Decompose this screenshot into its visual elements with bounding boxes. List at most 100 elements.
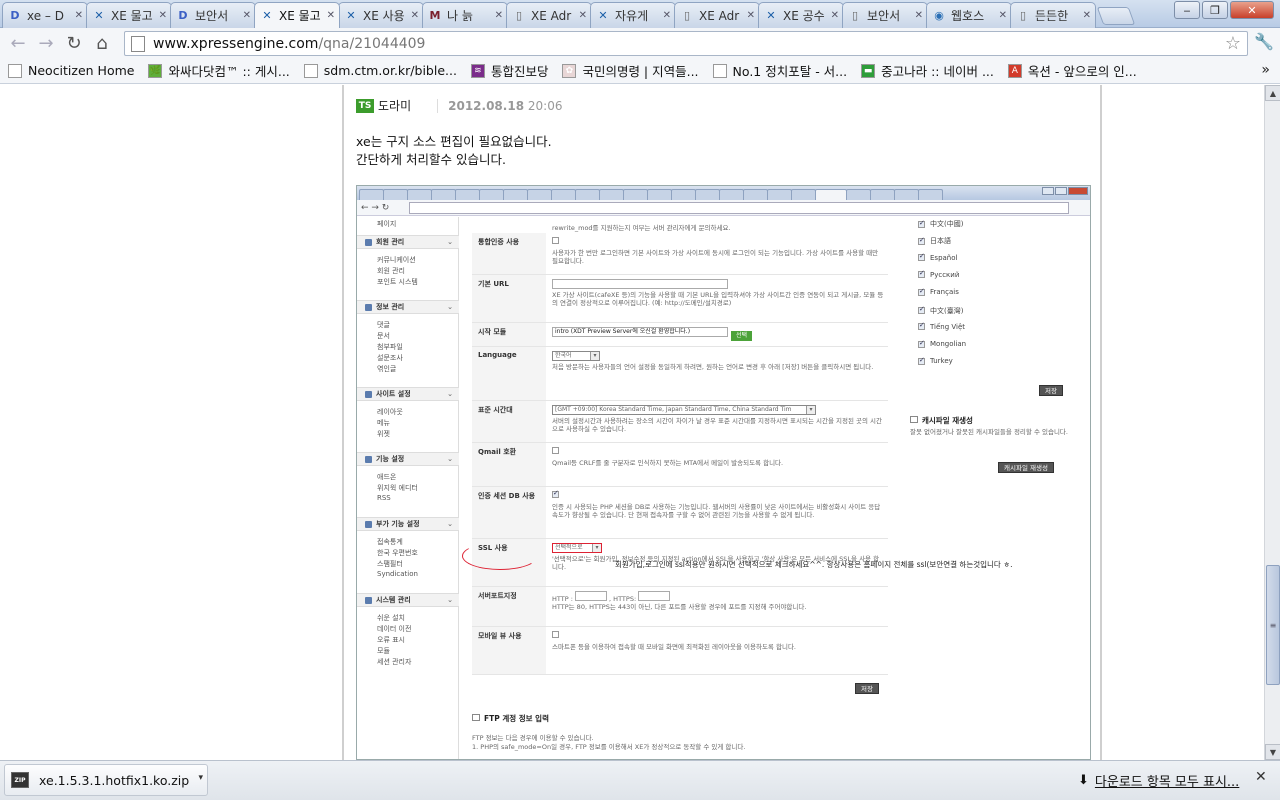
tab-close-icon[interactable]: ✕ (327, 10, 335, 21)
bookmark-item[interactable]: A 옥션 - 앞으로의 인... (1007, 61, 1137, 80)
tab-title: XE 공수 (783, 9, 825, 23)
tab-favicon-icon: D (178, 9, 188, 22)
shot-checkbox (552, 447, 559, 454)
bookmark-item[interactable]: Neocitizen Home (8, 63, 134, 78)
ssl-highlight-circle (462, 542, 538, 570)
bookmark-item[interactable]: 🌿 와싸다닷컴™ :: 게시... (148, 61, 290, 80)
browser-toolbar: ← → ↻ ⌂ www.xpressengine.com/qna/2104440… (0, 28, 1280, 58)
shot-tab (846, 189, 871, 200)
shot-language-option: 中文(中國) (918, 219, 963, 229)
scrollbar-thumb[interactable]: ≡ (1266, 565, 1280, 685)
browser-tab[interactable]: D 보안서 ✕ (170, 2, 256, 28)
shot-form-row: 서버포트지정 HTTP : , HTTPS: HTTP는 80, HTTPS는 4… (472, 587, 888, 627)
tab-favicon-icon: ◉ (934, 9, 944, 22)
tab-close-icon[interactable]: ✕ (663, 10, 671, 21)
shot-menu-link: 엮인글 (377, 365, 397, 373)
tab-close-icon[interactable]: ✕ (495, 10, 503, 21)
shot-form-row: Qmail 호환 Qmail등 CRLF를 줄 구분자로 인식하지 못하는 MTA… (472, 443, 888, 487)
bookmark-item[interactable]: ✿ 국민의명령 | 지역들... (562, 61, 699, 80)
browser-tab[interactable]: Dxe – D ✕ (2, 2, 88, 28)
reload-button[interactable]: ↻ (60, 29, 88, 57)
bookmark-item[interactable]: sdm.ctm.or.kr/bible... (303, 63, 457, 78)
tab-close-icon[interactable]: ✕ (1083, 10, 1091, 21)
browser-tab[interactable]: ✕ XE 물고 ✕ (254, 2, 340, 28)
tab-close-icon[interactable]: ✕ (831, 10, 839, 21)
browser-tab[interactable]: ✕ XE 공수 ✕ (758, 2, 844, 28)
tab-close-icon[interactable]: ✕ (999, 10, 1007, 21)
wrench-menu-icon[interactable]: 🔧 (1254, 32, 1274, 51)
shot-tab (455, 189, 480, 200)
browser-tab[interactable]: ▯ 든든한 ✕ (1010, 2, 1096, 28)
shot-input (552, 279, 728, 289)
tab-close-icon[interactable]: ✕ (915, 10, 923, 21)
shot-menu-link: 오류 표시 (377, 636, 405, 644)
minimize-button[interactable]: ‒ (1174, 1, 1200, 19)
shot-tab (431, 189, 456, 200)
shot-form-row: 모바일 뷰 사용 스마트폰 등을 이용하여 접속할 때 모바일 화면에 최적화된 … (472, 627, 888, 675)
tab-close-icon[interactable]: ✕ (243, 10, 251, 21)
window-close-button[interactable]: ✕ (1230, 1, 1274, 19)
home-button[interactable]: ⌂ (88, 29, 116, 57)
tab-favicon-icon: M (429, 9, 441, 22)
bookmarks-bar: Neocitizen Home 🌿 와싸다닷컴™ :: 게시... sdm.ctm.o… (0, 58, 1280, 84)
shot-form-row: 시작 모듈 intro (XDT Preview Server에 오신걸 환영합니… (472, 323, 888, 347)
shot-ftp-title: FTP 계정 정보 입력 (472, 713, 549, 724)
tab-favicon-icon: ▯ (1019, 9, 1027, 22)
forward-button[interactable]: → (32, 29, 60, 57)
author-name[interactable]: 도라미 (378, 97, 411, 114)
download-menu-arrow-icon[interactable]: ▾ (198, 773, 203, 783)
shot-menu-link: 포인트 시스템 (377, 278, 418, 286)
shot-tab (695, 189, 720, 200)
show-all-downloads-link[interactable]: 다운로드 항목 모두 표시... (1095, 771, 1239, 790)
shot-tab-strip (357, 186, 1090, 200)
page-icon (8, 63, 22, 78)
shot-checkbox-checked (552, 489, 559, 498)
browser-tab[interactable]: ✕ XE 물고 ✕ (86, 2, 172, 28)
browser-tab[interactable]: ▯ XE Adr ✕ (506, 2, 592, 28)
bookmarks-overflow-icon[interactable]: » (1261, 62, 1270, 78)
bookmark-item[interactable]: No.1 정치포탈 - 서... (712, 61, 847, 80)
vertical-scrollbar[interactable]: ▲ ≡ ▼ (1264, 85, 1280, 760)
shot-tab (870, 189, 895, 200)
bookmark-item[interactable]: ≋ 통합진보당 (470, 61, 548, 80)
scroll-up-arrow-icon[interactable]: ▲ (1265, 85, 1280, 101)
shot-menu-section: 시스템 관리 ⌄ (357, 593, 459, 607)
zip-file-icon: ZIP (11, 772, 29, 788)
download-shelf-close-icon[interactable]: ✕ (1255, 769, 1267, 785)
shot-menu-section: 회원 관리 ⌄ (357, 235, 459, 249)
shot-menu-link: 위젯 (377, 430, 390, 438)
bookmark-item[interactable]: ▬ 중고나라 :: 네이버 ... (861, 61, 994, 80)
tab-close-icon[interactable]: ✕ (579, 10, 587, 21)
browser-tab[interactable]: M 나 늙 ✕ (422, 2, 508, 28)
tab-close-icon[interactable]: ✕ (747, 10, 755, 21)
shot-form-desc: Qmail등 CRLF를 줄 구분자로 인식하지 못하는 MTA에서 메일이 발… (552, 459, 784, 467)
flower-icon: ✿ (562, 63, 577, 78)
comment-line: xe는 구지 소스 편집이 필요없습니다. (356, 134, 552, 149)
browser-tab[interactable]: ✕ XE 사용 ✕ (338, 2, 424, 28)
tab-favicon-icon: D (10, 9, 20, 22)
browser-tab[interactable]: ✕ 자유게 ✕ (590, 2, 676, 28)
tab-close-icon[interactable]: ✕ (159, 10, 167, 21)
bookmark-star-icon[interactable]: ☆ (1225, 33, 1241, 54)
shot-right-panel: 캐시파일 재생성 잘못 없어졌거나 잘못된 캐시파일들을 정리할 수 있습니다.… (910, 217, 1072, 567)
url-text[interactable]: www.xpressengine.com/qna/21044409 (153, 36, 1225, 52)
scroll-down-arrow-icon[interactable]: ▼ (1265, 744, 1280, 760)
comment-header: TS 도라미 2012.08.18 20:06 (356, 97, 562, 114)
tab-close-icon[interactable]: ✕ (75, 10, 83, 21)
shot-menu-section: 사이트 설정 ⌄ (357, 387, 459, 401)
embedded-screenshot: ← → ↻ 페이지 회원 관리 ⌄ 커뮤니케이션 회원 관리 포인트 시스템 정보 관리 ⌄… (356, 185, 1091, 760)
shot-language-option: 中文(臺灣) (918, 305, 963, 316)
address-bar[interactable]: www.xpressengine.com/qna/21044409 ☆ (124, 31, 1248, 56)
browser-tab[interactable]: ▯ XE Adr ✕ (674, 2, 760, 28)
tab-close-icon[interactable]: ✕ (411, 10, 419, 21)
browser-tab[interactable]: ▯ 보안서 ✕ (842, 2, 928, 28)
shot-menu-link: Syndication (377, 570, 418, 578)
shot-form-desc: 스마트폰 등을 이용하여 접속할 때 모바일 화면에 최적화된 레이아웃을 이용… (552, 643, 796, 651)
back-button[interactable]: ← (4, 29, 32, 57)
maximize-button[interactable]: ❐ (1202, 1, 1228, 19)
new-tab-button[interactable] (1096, 7, 1136, 25)
show-all-downloads[interactable]: ⬇ 다운로드 항목 모두 표시... (1078, 771, 1239, 790)
browser-tab[interactable]: ◉ 웹호스 ✕ (926, 2, 1012, 28)
shot-form-desc: 사용자가 한 번만 로그인하면 기본 사이트와 가상 사이트에 동시에 로그인이… (552, 249, 879, 265)
download-item[interactable]: ZIP xe.1.5.3.1.hotfix1.ko.zip ▾ (4, 764, 208, 796)
